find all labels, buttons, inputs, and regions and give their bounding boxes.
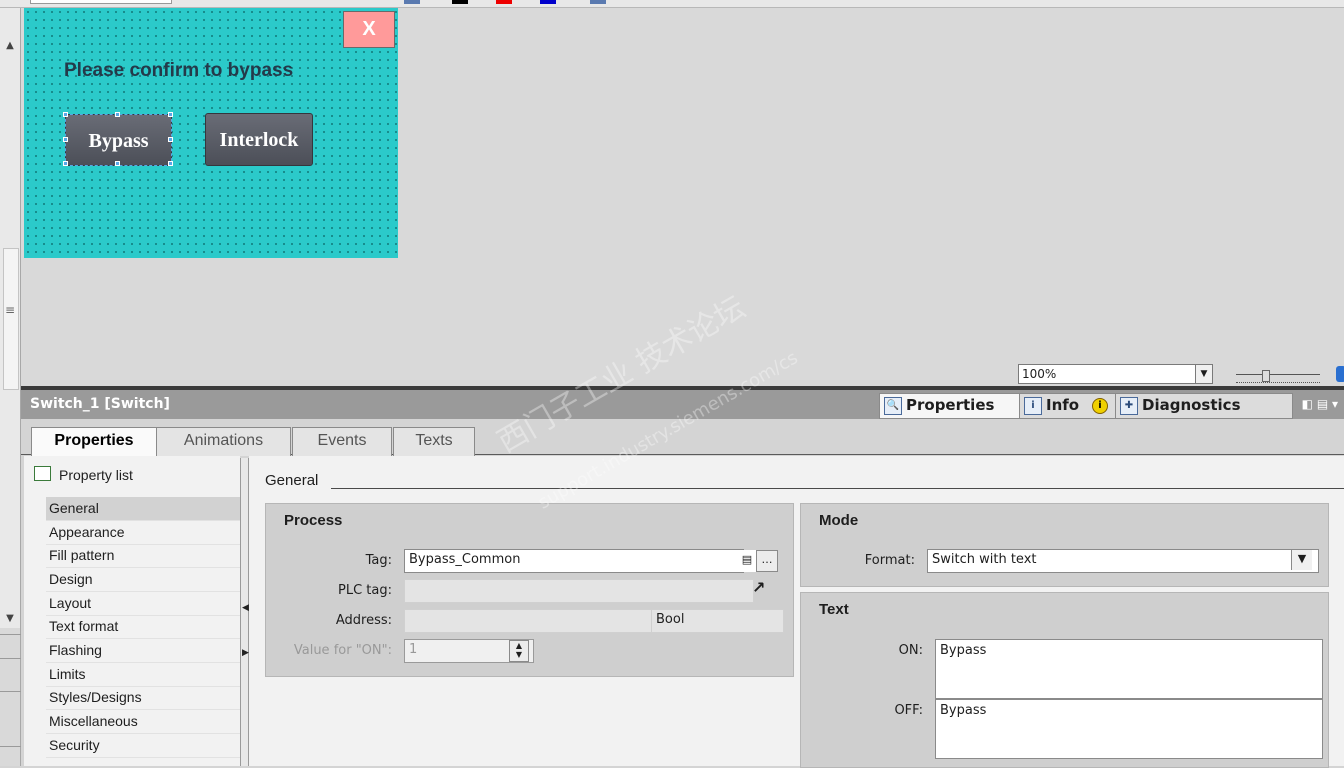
- diagnostics-icon: ✚: [1120, 397, 1138, 415]
- scroll-up-icon[interactable]: ▲: [2, 38, 18, 54]
- property-nav: Property list General Appearance Fill pa…: [24, 456, 243, 766]
- mode-group: Mode Format: Switch with text ▼: [800, 503, 1329, 587]
- toolbar: [0, 0, 1344, 8]
- goto-arrow-icon[interactable]: ↗: [752, 578, 772, 597]
- tab-properties-panel[interactable]: 🔍 Properties: [879, 393, 1027, 419]
- close-button[interactable]: X: [343, 11, 395, 48]
- nav-item-fill-pattern[interactable]: Fill pattern: [46, 544, 243, 568]
- nav-item-limits[interactable]: Limits: [46, 663, 243, 687]
- info-icon: i: [1024, 397, 1042, 415]
- address-field: [404, 609, 652, 633]
- text-group: Text ON: Bypass OFF: Bypass: [800, 592, 1329, 768]
- inspector-titlebar: Switch_1 [Switch] 🔍 Properties i Info i …: [21, 390, 1344, 419]
- nav-item-security[interactable]: Security: [46, 734, 243, 758]
- color-black-icon[interactable]: [452, 0, 468, 4]
- vertical-scrollbar[interactable]: ▲ ≡ ▼: [0, 8, 21, 628]
- section-title: General: [265, 472, 319, 489]
- format-label: Format:: [864, 553, 915, 568]
- zoom-slider[interactable]: [1236, 370, 1320, 383]
- confirm-text[interactable]: Please confirm to bypass: [64, 60, 293, 82]
- plc-tag-label: PLC tag:: [338, 583, 392, 598]
- tag-browse-button[interactable]: …: [756, 550, 778, 572]
- tab-events[interactable]: Events: [292, 427, 392, 456]
- resize-handle[interactable]: [63, 112, 68, 117]
- resize-handle[interactable]: [115, 161, 120, 166]
- resize-handle[interactable]: [168, 112, 173, 117]
- process-group: Process Tag: Bypass_Common ▤ … PLC tag: …: [265, 503, 794, 677]
- address-label: Address:: [335, 613, 392, 628]
- nav-splitter[interactable]: ◀ ▶: [240, 458, 249, 766]
- tag-label: Tag:: [365, 553, 392, 568]
- slider-knob[interactable]: [1262, 370, 1270, 382]
- left-panel-stub: [0, 628, 21, 766]
- section-divider: [331, 488, 1344, 489]
- zoom-dropdown-icon[interactable]: ▼: [1195, 365, 1212, 383]
- value-on-label: Value for "ON":: [293, 643, 392, 658]
- resize-handle[interactable]: [63, 161, 68, 166]
- format-select[interactable]: Switch with text: [927, 549, 1319, 573]
- address-type-field: Bool: [651, 609, 784, 633]
- nav-item-miscellaneous[interactable]: Miscellaneous: [46, 710, 243, 734]
- properties-icon: 🔍: [884, 397, 902, 415]
- resize-handle[interactable]: [115, 112, 120, 117]
- nav-item-layout[interactable]: Layout: [46, 592, 243, 616]
- scrollbar-thumb[interactable]: [3, 248, 19, 390]
- interlock-button[interactable]: Interlock: [205, 113, 313, 166]
- toolbar-icon[interactable]: [590, 0, 606, 4]
- scroll-down-icon[interactable]: ▼: [2, 611, 18, 627]
- collapse-left-icon[interactable]: ◀: [242, 603, 249, 613]
- panel-options-icon[interactable]: ◧ ▤ ▾: [1302, 397, 1338, 411]
- inspector-title: Switch_1 [Switch]: [30, 396, 170, 412]
- nav-item-text-format[interactable]: Text format: [46, 615, 243, 639]
- nav-item-styles-designs[interactable]: Styles/Designs: [46, 686, 243, 710]
- off-text-field[interactable]: Bypass: [935, 699, 1323, 759]
- toolbar-icon[interactable]: [404, 0, 420, 4]
- off-label: OFF:: [894, 703, 923, 718]
- text-title: Text: [819, 601, 849, 618]
- selection-outline: [65, 114, 172, 166]
- value-spinner-icon: ▲ ▼: [509, 640, 529, 662]
- nav-item-flashing[interactable]: Flashing: [46, 639, 243, 663]
- mode-title: Mode: [819, 512, 859, 529]
- on-text-field[interactable]: Bypass: [935, 639, 1323, 699]
- color-red-icon[interactable]: [496, 0, 512, 4]
- tag-list-icon[interactable]: ▤: [736, 550, 758, 572]
- zoom-select[interactable]: 100%: [1018, 364, 1213, 384]
- inspector-tabs: Properties Animations Events Texts: [21, 419, 1344, 457]
- plc-tag-field: [404, 579, 754, 603]
- nav-item-appearance[interactable]: Appearance: [46, 521, 243, 545]
- zoom-fit-icon[interactable]: [1336, 366, 1344, 382]
- tab-texts[interactable]: Texts: [393, 427, 475, 456]
- tag-field[interactable]: Bypass_Common: [404, 549, 744, 573]
- expand-right-icon[interactable]: ▶: [242, 648, 249, 658]
- grip-icon: ≡: [4, 303, 16, 317]
- toolbar-dropdown[interactable]: [30, 0, 172, 4]
- property-list-link[interactable]: Property list: [34, 466, 133, 483]
- info-badge-icon: i: [1092, 398, 1108, 414]
- color-blue-icon[interactable]: [540, 0, 556, 4]
- resize-handle[interactable]: [168, 161, 173, 166]
- resize-handle[interactable]: [63, 137, 68, 142]
- nav-item-general[interactable]: General: [46, 497, 243, 521]
- tab-properties[interactable]: Properties: [31, 427, 157, 457]
- nav-item-design[interactable]: Design: [46, 568, 243, 592]
- tab-diagnostics-panel[interactable]: ✚ Diagnostics: [1115, 393, 1293, 419]
- tab-animations[interactable]: Animations: [156, 427, 291, 456]
- process-title: Process: [284, 512, 343, 529]
- format-dropdown-icon[interactable]: ▼: [1291, 550, 1312, 570]
- on-label: ON:: [898, 643, 923, 658]
- resize-handle[interactable]: [168, 137, 173, 142]
- property-list-icon: [34, 466, 51, 481]
